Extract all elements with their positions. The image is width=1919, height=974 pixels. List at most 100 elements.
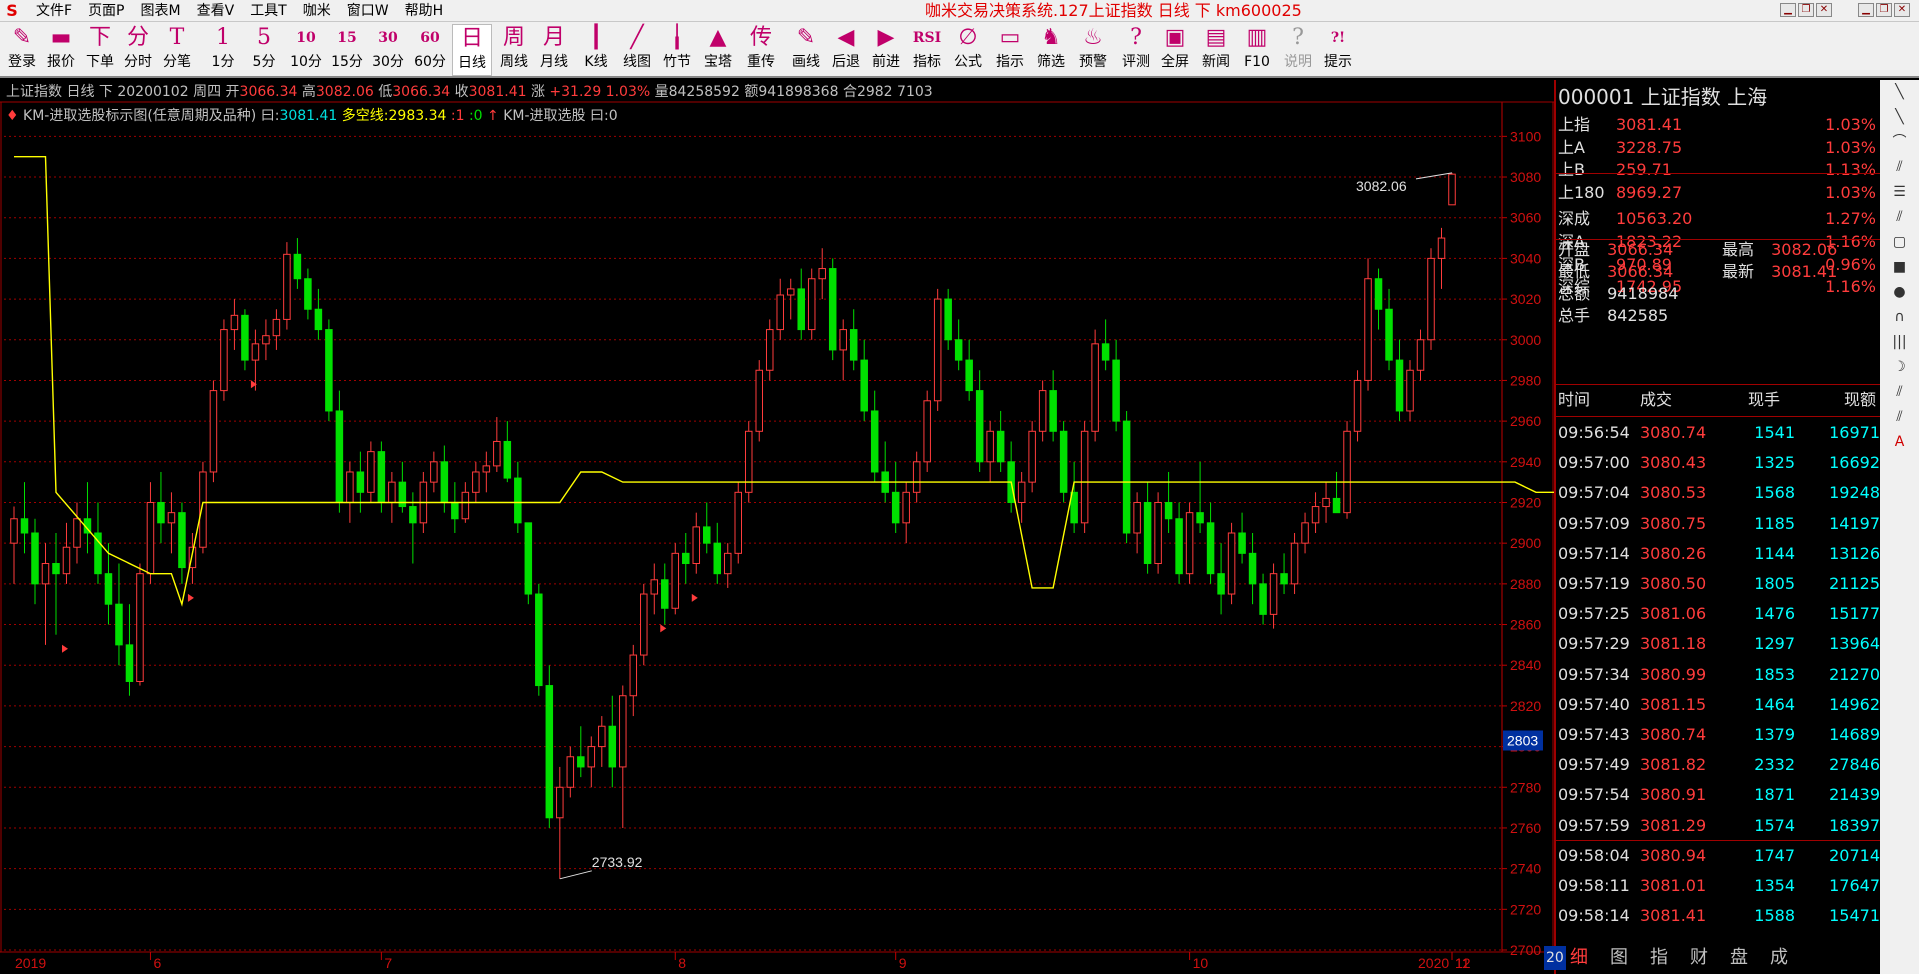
panel-tab[interactable]: 指 (1650, 946, 1668, 970)
menu-item[interactable]: 页面P (80, 2, 132, 20)
tick-row[interactable]: 09:56:54 3080.74 1541 16971 (1558, 418, 1880, 448)
toolbar-login-label: 登录 (8, 54, 36, 70)
tick-row[interactable]: 09:58:04 3080.94 1747 20714 (1558, 841, 1880, 871)
restore-icon[interactable]: ❐ (1876, 3, 1892, 17)
draw-tool-icon[interactable]: ||| (1880, 330, 1919, 355)
toolbar-back-button[interactable]: ◀ 后退 (826, 24, 866, 76)
panel-tab[interactable]: 细 (1570, 946, 1588, 970)
tick-row[interactable]: 09:57:40 3081.15 1464 14962 (1558, 690, 1880, 720)
tick-row[interactable]: 09:57:34 3080.99 1853 21270 (1558, 660, 1880, 690)
menu-item[interactable]: 图表M (133, 2, 189, 20)
toolbar-f10-button[interactable]: ▥ F10 (1237, 24, 1277, 76)
tick-row[interactable]: 09:57:00 3080.43 1325 16692 (1558, 448, 1880, 478)
index-row[interactable]: 上指 3081.41 1.03% (1558, 114, 1878, 136)
indicator-2-name[interactable]: KM-进取选股 (503, 108, 585, 124)
draw-tool-icon[interactable]: ■ (1880, 255, 1919, 280)
toolbar-60min-button[interactable]: 60 60分 (410, 24, 450, 76)
child-close-icon[interactable]: ✕ (1816, 3, 1832, 17)
tick-row[interactable]: 09:57:04 3080.53 1568 19248 (1558, 478, 1880, 508)
tick-row[interactable]: 09:57:19 3080.50 1805 21125 (1558, 569, 1880, 599)
indicator-zero: :0 (468, 108, 483, 124)
toolbar-kline-button[interactable]: ┃ K线 (576, 24, 616, 76)
draw-tool-icon[interactable]: ▢ (1880, 230, 1919, 255)
tick-row[interactable]: 09:57:49 3081.82 2332 27846 (1558, 750, 1880, 780)
toolbar-alert-button[interactable]: ♨ 预警 (1073, 24, 1113, 76)
kline-chart-area[interactable]: 2700272027402760278028002820284028602880… (0, 80, 1554, 974)
tick-row[interactable]: 09:57:59 3081.29 1574 18397 (1558, 811, 1880, 841)
draw-tool-icon[interactable]: ⫽ (1880, 405, 1919, 430)
index-row[interactable]: 深成 10563.20 1.27% (1558, 208, 1878, 230)
panel-tab[interactable]: 盘 (1730, 946, 1748, 970)
toolbar-evaluate-button[interactable]: ? 评测 (1116, 24, 1156, 76)
draw-tool-icon[interactable]: ╲ (1880, 80, 1919, 105)
toolbar-bamboo-button[interactable]: ╽ 竹节 (657, 24, 697, 76)
tick-row[interactable]: 09:57:14 3080.26 1144 13126 (1558, 539, 1880, 569)
draw-tool-icon[interactable]: ╲ (1880, 105, 1919, 130)
toolbar-fullscreen-button[interactable]: ▣ 全屏 (1155, 24, 1195, 76)
candle-body (251, 343, 260, 361)
draw-tool-icon[interactable]: ⫽ (1880, 380, 1919, 405)
toolbar-tower-button[interactable]: ▲ 宝塔 (698, 24, 738, 76)
toolbar-tips-button[interactable]: ?! 提示 (1318, 24, 1358, 76)
draw-tool-icon[interactable]: ⫽ (1880, 155, 1919, 180)
toolbar-forward-button[interactable]: ▶ 前进 (866, 24, 906, 76)
menu-item[interactable]: 查看V (189, 2, 243, 20)
draw-tool-icon[interactable]: ☽ (1880, 355, 1919, 380)
toolbar-weekly-button[interactable]: 周周线 (494, 24, 534, 76)
toolbar-15min-button[interactable]: 15 15分 (327, 24, 367, 76)
menu-item[interactable]: 窗口W (339, 2, 397, 20)
toolbar-order-button[interactable]: 下下单 (80, 24, 120, 76)
minimize-icon[interactable]: ▁ (1858, 3, 1874, 17)
menu-item[interactable]: 咖米 (295, 2, 339, 20)
toolbar-formula-button[interactable]: ∅ 公式 (948, 24, 988, 76)
toolbar-quote-button[interactable]: ▬ 报价 (41, 24, 81, 76)
tick-row[interactable]: 09:57:54 3080.91 1871 21439 (1558, 780, 1880, 810)
child-minimize-icon[interactable]: ▁ (1780, 3, 1796, 17)
index-row[interactable]: 上B 259.71 1.13% (1558, 159, 1878, 181)
index-row[interactable]: 上A 3228.75 1.03% (1558, 137, 1878, 159)
toolbar-linechart-button[interactable]: ╱ 线图 (617, 24, 657, 76)
menu-item[interactable]: 帮助H (397, 2, 452, 20)
child-restore-icon[interactable]: ❐ (1798, 3, 1814, 17)
menu-item[interactable]: 文件F (28, 2, 80, 20)
toolbar-monthly-button[interactable]: 月月线 (534, 24, 574, 76)
tick-volume: 1476 (1754, 604, 1795, 624)
toolbar-5min-button[interactable]: 5 5分 (244, 24, 284, 76)
panel-tab[interactable]: 图 (1610, 946, 1628, 970)
tick-row[interactable]: 09:57:09 3080.75 1185 14197 (1558, 509, 1880, 539)
menu-item[interactable]: 工具T (242, 2, 295, 20)
draw-tool-icon[interactable]: ⫽ (1880, 205, 1919, 230)
toolbar-10min-button[interactable]: 10 10分 (286, 24, 326, 76)
toolbar-filter-button[interactable]: ♞ 筛选 (1031, 24, 1071, 76)
toolbar-login-button[interactable]: ✎ 登录 (2, 24, 42, 76)
tick-row[interactable]: 09:57:29 3081.18 1297 13964 (1558, 629, 1880, 659)
tick-row[interactable]: 09:57:43 3080.74 1379 14689 (1558, 720, 1880, 750)
toolbar-reload-button[interactable]: 传重传 (741, 24, 781, 76)
draw-tool-icon[interactable]: ● (1880, 280, 1919, 305)
draw-tool-icon[interactable]: ☰ (1880, 180, 1919, 205)
draw-tool-icon[interactable]: ∩ (1880, 305, 1919, 330)
toolbar-30min-button[interactable]: 30 30分 (368, 24, 408, 76)
toolbar-manual-icon: ? (1292, 25, 1304, 50)
index-row[interactable]: 上180 8969.27 1.03% (1558, 182, 1878, 204)
toolbar-1min-button[interactable]: 1 1分 (203, 24, 243, 76)
toolbar-timeshare-button[interactable]: 分分时 (118, 24, 158, 76)
panel-tab[interactable]: 财 (1690, 946, 1708, 970)
kline-chart[interactable]: 2700272027402760278028002820284028602880… (0, 80, 1554, 974)
close-icon[interactable]: ✕ (1894, 3, 1910, 17)
toolbar-draw-button[interactable]: ✎ 画线 (786, 24, 826, 76)
tick-row[interactable]: 09:57:25 3081.06 1476 15177 (1558, 599, 1880, 629)
toolbar-signal-button[interactable]: ▭ 指示 (990, 24, 1030, 76)
indicator-1-name[interactable]: KM-进取选股标示图(任意周期及品种) (23, 108, 256, 124)
toolbar-indicator-button[interactable]: RSI 指标 (907, 24, 947, 76)
toolbar-tick-button[interactable]: T 分笔 (157, 24, 197, 76)
toolbar-daily-button[interactable]: 日日线 (452, 24, 492, 76)
tick-row[interactable]: 09:58:11 3081.01 1354 17647 (1558, 871, 1880, 901)
panel-tab[interactable]: 成 (1770, 946, 1788, 970)
toolbar-bamboo-icon: ╽ (670, 25, 684, 50)
toolbar-news-button[interactable]: ▤ 新闻 (1196, 24, 1236, 76)
tick-row[interactable]: 09:58:14 3081.41 1588 15471 (1558, 901, 1880, 931)
draw-tool-icon[interactable]: A (1880, 430, 1919, 455)
draw-tool-icon[interactable]: ⌒ (1880, 130, 1919, 155)
y-tick-label: 2820 (1510, 698, 1541, 714)
